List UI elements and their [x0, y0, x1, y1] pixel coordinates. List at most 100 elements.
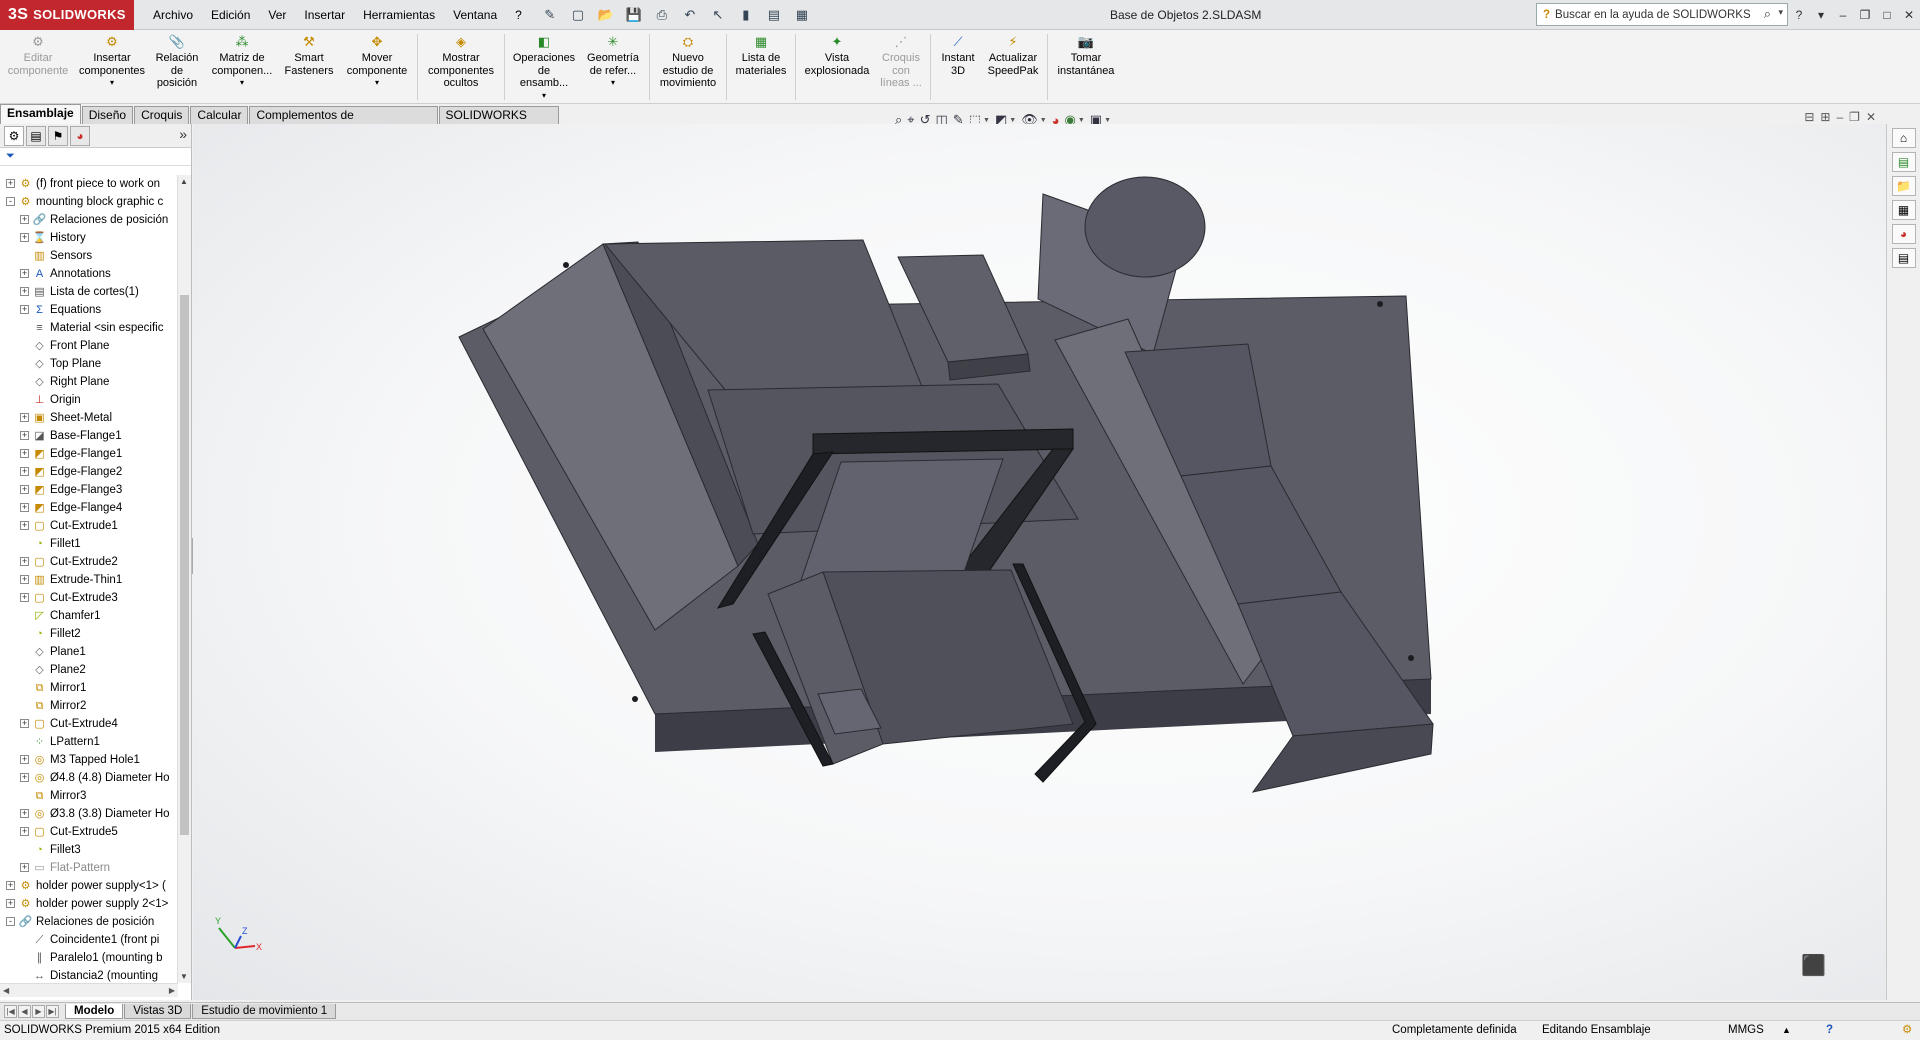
select-icon[interactable]: ↖ [705, 4, 731, 26]
save-icon[interactable]: 💾 [621, 4, 647, 26]
tab-croquis[interactable]: Croquis [134, 106, 190, 124]
restore-view-icon[interactable]: ❐ [1849, 110, 1860, 124]
tree-horizontal-scrollbar[interactable]: ◀ ▶ [0, 983, 178, 997]
tree-node[interactable]: + ▢ Cut-Extrude1 [0, 517, 178, 535]
feature-manager-tab-icon[interactable]: ⚙ [4, 125, 24, 146]
display-manager-tab-icon[interactable]: ◕ [70, 125, 90, 146]
property-manager-tab-icon[interactable]: ▤ [26, 125, 46, 146]
scroll-up-icon[interactable]: ▲ [180, 177, 188, 186]
collapse-node-icon[interactable]: - [6, 197, 15, 206]
minimize-view-icon[interactable]: – [1836, 110, 1843, 124]
file-properties-icon[interactable]: ▤ [761, 4, 787, 26]
tree-node[interactable]: ⧉ Mirror2 [0, 697, 178, 715]
bill-of-materials-button[interactable]: ▦ Lista de materiales [730, 34, 792, 77]
expand-node-icon[interactable]: + [20, 467, 29, 476]
tree-node[interactable]: + ◎ Ø4.8 (4.8) Diameter Ho [0, 769, 178, 787]
instant-3d-button[interactable]: ⟋ Instant 3D [934, 34, 982, 77]
help-icon[interactable]: ? [1788, 8, 1810, 22]
exploded-view-button[interactable]: ✦ Vista explosionada [799, 34, 875, 77]
expand-node-icon[interactable]: + [20, 287, 29, 296]
tree-node[interactable]: + ◩ Edge-Flange4 [0, 499, 178, 517]
scroll-left-icon[interactable]: ◀ [3, 986, 9, 995]
expand-node-icon[interactable]: + [20, 593, 29, 602]
split-vertical-icon[interactable]: ⊞ [1820, 110, 1830, 124]
tab-modelo[interactable]: Modelo [65, 1004, 124, 1019]
tree-node[interactable]: + ⚙ (f) front piece to work on [0, 175, 178, 193]
rebuild-icon[interactable]: ▮ [733, 4, 759, 26]
chevron-down-icon[interactable]: ▾ [1778, 7, 1783, 18]
menu-ver[interactable]: Ver [259, 0, 295, 30]
tree-filter[interactable]: ⏷ [0, 148, 191, 166]
expand-node-icon[interactable]: + [6, 899, 15, 908]
expand-node-icon[interactable]: + [20, 233, 29, 242]
tree-node[interactable]: ↔ Distancia2 (mounting [0, 967, 178, 983]
tab-ensamblaje[interactable]: Ensamblaje [0, 104, 81, 124]
help-search-box[interactable]: ? Buscar en la ayuda de SOLIDWORKS ⌕ ▾ [1536, 3, 1788, 26]
solidworks-resources-icon[interactable]: ⌂ [1891, 128, 1916, 148]
help-search-input[interactable]: Buscar en la ayuda de SOLIDWORKS [1555, 9, 1751, 21]
undo-icon[interactable]: ↶ [677, 4, 703, 26]
appearances-icon[interactable]: ◕ [1891, 224, 1916, 244]
tree-node[interactable]: ◔ Fillet3 [0, 841, 178, 859]
pin-icon[interactable]: ✎ [537, 4, 563, 26]
configuration-manager-tab-icon[interactable]: ⚑ [48, 125, 68, 146]
tree-node[interactable]: ≡ Material <sin especific [0, 319, 178, 337]
design-library-icon[interactable]: ▤ [1891, 152, 1916, 172]
expand-node-icon[interactable]: + [6, 179, 15, 188]
tab-calcular[interactable]: Calcular [190, 106, 249, 124]
expand-node-icon[interactable]: + [20, 557, 29, 566]
expand-node-icon[interactable]: + [20, 773, 29, 782]
tree-node[interactable]: + ▢ Cut-Extrude2 [0, 553, 178, 571]
tree-node[interactable]: + ▢ Cut-Extrude5 [0, 823, 178, 841]
expand-panel-icon[interactable]: » [179, 126, 187, 142]
close-icon[interactable]: ✕ [1898, 8, 1920, 22]
expand-node-icon[interactable]: + [20, 575, 29, 584]
tree-node[interactable]: + ◩ Edge-Flange2 [0, 463, 178, 481]
tree-node[interactable]: - 🔗 Relaciones de posición [0, 913, 178, 931]
tree-node[interactable]: ◇ Plane1 [0, 643, 178, 661]
expand-node-icon[interactable]: + [20, 305, 29, 314]
chevron-down-icon[interactable]: ▼ [1040, 117, 1047, 124]
update-speedpak-button[interactable]: ⚡ Actualizar SpeedPak [982, 34, 1044, 77]
tree-node[interactable]: ⟋ Coincidente1 (front pi [0, 931, 178, 949]
tree-node[interactable]: + ◎ M3 Tapped Hole1 [0, 751, 178, 769]
tree-node[interactable]: ◔ Fillet1 [0, 535, 178, 553]
menu-herramientas[interactable]: Herramientas [354, 0, 444, 30]
tree-node[interactable]: ◇ Right Plane [0, 373, 178, 391]
tab-diseno[interactable]: Diseño [81, 106, 134, 124]
tree-node[interactable]: ◇ Plane2 [0, 661, 178, 679]
chevron-down-icon[interactable]: ▾ [1810, 8, 1832, 22]
restore-icon[interactable]: ❐ [1854, 8, 1876, 22]
expand-node-icon[interactable]: + [20, 503, 29, 512]
menu-ventana[interactable]: Ventana [444, 0, 506, 30]
graphics-area[interactable]: Y X Z ⬛ [193, 124, 1886, 1000]
expand-node-icon[interactable]: + [20, 269, 29, 278]
expand-node-icon[interactable]: + [6, 881, 15, 890]
component-pattern-button[interactable]: ⁂ Matriz de componen... ▾ [206, 34, 278, 90]
chevron-down-icon[interactable]: ▼ [983, 117, 990, 124]
tree-node[interactable]: ◇ Front Plane [0, 337, 178, 355]
previous-tab-icon[interactable]: ◀ [18, 1005, 31, 1018]
expand-node-icon[interactable]: + [20, 431, 29, 440]
tree-node[interactable]: + A Annotations [0, 265, 178, 283]
tree-node[interactable]: + ▭ Flat-Pattern [0, 859, 178, 877]
tree-node[interactable]: + ▢ Cut-Extrude4 [0, 715, 178, 733]
reference-geometry-button[interactable]: ✳ Geometría de refer... ▾ [580, 34, 646, 90]
tree-scrollbar[interactable]: ▲ ▼ [177, 175, 191, 983]
rebuild-status-icon[interactable]: ⚙ [1902, 1021, 1912, 1040]
solidworks-logo[interactable]: 3S SOLIDWORKS [0, 0, 134, 30]
tree-node[interactable]: + ▣ Sheet-Metal [0, 409, 178, 427]
tree-node[interactable]: ◇ Top Plane [0, 355, 178, 373]
edit-component-button[interactable]: ⚙ Editar componente [0, 34, 76, 77]
tree-node[interactable]: + ◩ Edge-Flange3 [0, 481, 178, 499]
explode-line-sketch-button[interactable]: ⋰ Croquis con líneas ... [875, 34, 927, 90]
custom-properties-icon[interactable]: ▤ [1891, 248, 1916, 268]
assembly-features-button[interactable]: ◧ Operaciones de ensamb... ▾ [508, 34, 580, 102]
close-view-icon[interactable]: ✕ [1866, 110, 1876, 124]
help-icon[interactable]: ? [1826, 1021, 1833, 1040]
first-tab-icon[interactable]: |◀ [4, 1005, 17, 1018]
view-palette-icon[interactable]: ▦ [1891, 200, 1916, 220]
insert-components-button[interactable]: ⚙ Insertar componentes ▾ [76, 34, 148, 90]
options-icon[interactable]: ▦ [789, 4, 815, 26]
tab-mbd[interactable]: SOLIDWORKS MBD [438, 106, 559, 139]
